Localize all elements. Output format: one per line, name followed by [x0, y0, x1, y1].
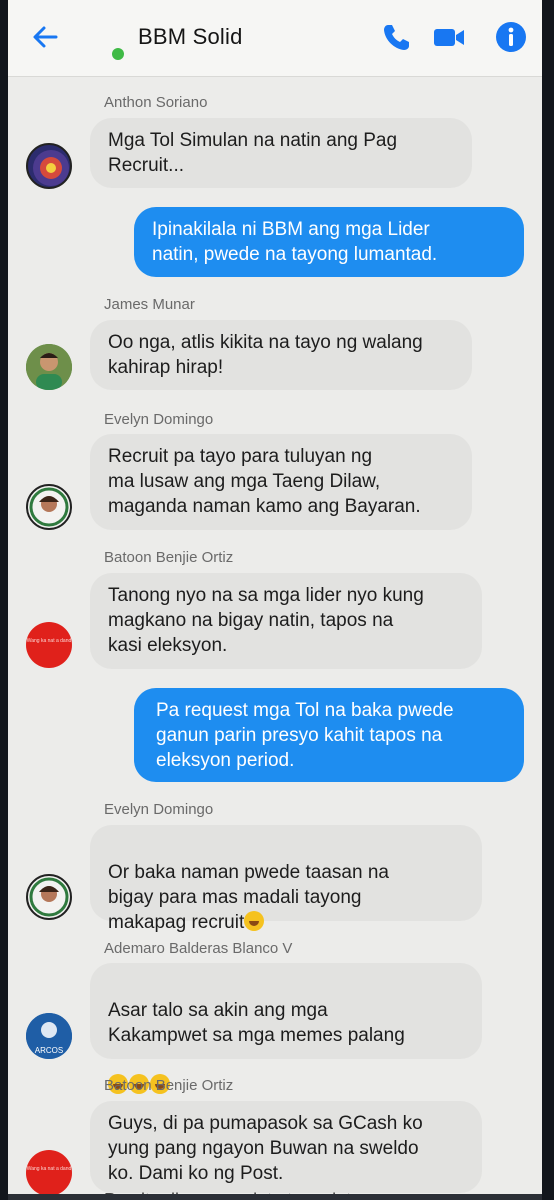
sender-name: Ademaro Balderas Blanco V — [104, 940, 293, 957]
online-status-dot — [112, 48, 124, 60]
message-bubble[interactable]: Recruit pa tayo para tuluyan ng ma lusaw… — [90, 434, 472, 530]
back-arrow-icon[interactable] — [30, 22, 60, 52]
avatar-image — [29, 877, 69, 917]
message-bubble[interactable]: Asar talo sa akin ang mga Kakampwet sa m… — [90, 963, 482, 1094]
avatar-text: Wang ka nat a dand — [26, 1166, 72, 1172]
message-bubble[interactable]: Mga Tol Simulan na natin ang Pag Recruit… — [90, 118, 472, 188]
message-bubble-outgoing[interactable]: Ipinakilala ni BBM ang mga Lider natin, … — [134, 207, 524, 277]
message-bubble[interactable]: Oo nga, atlis kikita na tayo ng walang k… — [90, 320, 472, 390]
avatar-text: ARCOS — [35, 1046, 63, 1055]
avatar-text: Wang ka nat a dand — [26, 638, 72, 644]
grinning-emoji-icon — [244, 911, 265, 931]
avatar[interactable]: ARCOS — [26, 1013, 72, 1059]
avatar-image — [26, 344, 72, 390]
avatar[interactable] — [26, 484, 72, 530]
avatar[interactable] — [26, 344, 72, 390]
sender-name: Evelyn Domingo — [104, 411, 214, 428]
avatar[interactable]: Wang ka nat a dand — [26, 622, 72, 668]
message-bubble[interactable]: Or baka naman pwede taasan na bigay para… — [90, 825, 482, 933]
info-icon[interactable] — [494, 20, 528, 54]
video-camera-icon[interactable] — [432, 20, 466, 54]
chat-screen: BBM Solid Anthon Soriano Mga Tol Simulan… — [8, 0, 542, 1200]
bottom-edge — [8, 1194, 542, 1200]
sender-name: James Munar — [104, 296, 195, 313]
avatar-image — [29, 487, 69, 527]
avatar-image: ARCOS — [26, 1013, 72, 1059]
avatar-image — [33, 150, 69, 186]
message-text: Asar talo sa akin ang mga Kakampwet sa m… — [108, 1000, 405, 1046]
sender-name: Anthon Soriano — [104, 94, 208, 111]
chat-title[interactable]: BBM Solid — [138, 24, 243, 50]
sender-name: Batoon Benjie Ortiz — [104, 549, 234, 566]
avatar[interactable] — [26, 874, 72, 920]
avatar[interactable] — [26, 143, 72, 189]
avatar[interactable]: Wang ka nat a dand — [26, 1150, 72, 1196]
sender-name: Evelyn Domingo — [104, 801, 214, 818]
message-bubble[interactable]: Guys, di pa pumapasok sa GCash ko yung p… — [90, 1101, 482, 1193]
phone-icon[interactable] — [380, 20, 414, 54]
message-bubble[interactable]: Tanong nyo na sa mga lider nyo kung magk… — [90, 573, 482, 669]
sender-name: Batoon Benjie Ortiz — [104, 1077, 234, 1094]
message-bubble-outgoing[interactable]: Pa request mga Tol na baka pwede ganun p… — [134, 688, 524, 782]
chat-header: BBM Solid — [8, 0, 542, 77]
